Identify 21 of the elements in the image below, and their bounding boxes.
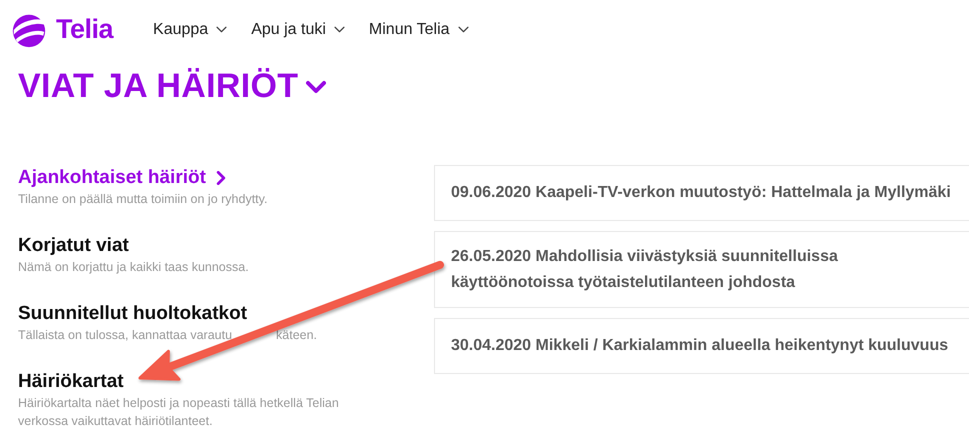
notice-item[interactable]: 09.06.2020 Kaapeli-TV-verkon muutostyö: Hattelmala ja Myllymäki (434, 165, 969, 221)
category-link[interactable]: Suunnitellut huoltokatkot (18, 303, 248, 325)
nav-link[interactable]: Apu ja tuki (251, 18, 345, 42)
nav-link[interactable]: Kauppa (153, 18, 228, 42)
category-link[interactable]: Ajankohtaiset häiriöt (18, 167, 228, 189)
category-description: käteen. (276, 327, 318, 344)
chevron-right-icon (214, 171, 228, 185)
chevron-down-icon (458, 24, 469, 35)
category-description: Nämä on korjattu ja kaikki taas kunnossa. (18, 259, 250, 276)
page-title: VIAT JA HÄIRIÖT (17, 66, 298, 107)
notice-item[interactable]: 26.05.2020 Mahdollisia viivästyksiä suunnitelluissa käyttöönotoissa työtaistelutilanteen johdosta (434, 231, 969, 308)
category-description: Tällaista on tulossa, kannattaa varautu (18, 327, 232, 344)
nav-link[interactable]: Minun Telia (368, 18, 469, 42)
chevron-down-icon (216, 24, 228, 35)
logo-text[interactable]: Telia (56, 9, 114, 50)
category-description: Tilanne on päällä mutta toimiin on jo ryhdytty. (18, 191, 268, 208)
category-description: Häiriökartalta näet helposti ja nopeasti tällä hetkellä Telian verkossa vaikuttavat häiriötilanteet. (18, 395, 340, 430)
category-link[interactable]: Korjatut viat (18, 235, 129, 257)
category-link[interactable]: Häiriökartat (18, 371, 124, 393)
notice-item[interactable]: 30.04.2020 Mikkeli / Karkialammin alueella heikentynyt kuuluvuus (434, 318, 969, 374)
chevron-down-icon (334, 24, 345, 35)
